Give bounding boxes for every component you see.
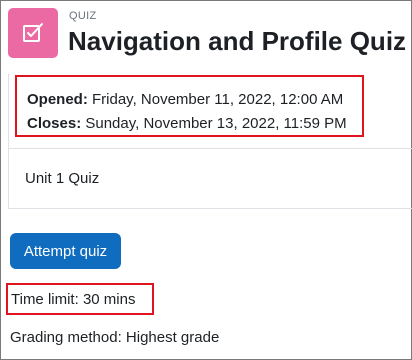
closes-label: Closes: [27,115,82,132]
page-title: Navigation and Profile Quiz [68,26,407,56]
opened-value: Friday, November 11, 2022, 12:00 AM [87,91,344,108]
closes-date: Closes: Sunday, November 13, 2022, 11:59… [27,115,347,132]
time-limit-text: Time limit: 30 mins [11,291,136,308]
quiz-checkbox-icon [23,23,43,42]
attempt-quiz-button[interactable]: Attempt quiz [10,233,121,269]
quiz-description: Unit 1 Quiz [25,170,100,187]
module-type-label: QUIZ [69,10,97,22]
quiz-module-icon [8,8,58,58]
grading-method-text: Grading method: Highest grade [10,329,220,346]
activity-dates-highlight: Opened: Friday, November 11, 2022, 12:00… [15,75,364,137]
opened-date: Opened: Friday, November 11, 2022, 12:00… [27,91,343,108]
card-divider [8,148,412,149]
time-limit-highlight: Time limit: 30 mins [6,283,154,315]
opened-label: Opened: [27,91,88,108]
closes-value: Sunday, November 13, 2022, 11:59 PM [81,115,347,132]
